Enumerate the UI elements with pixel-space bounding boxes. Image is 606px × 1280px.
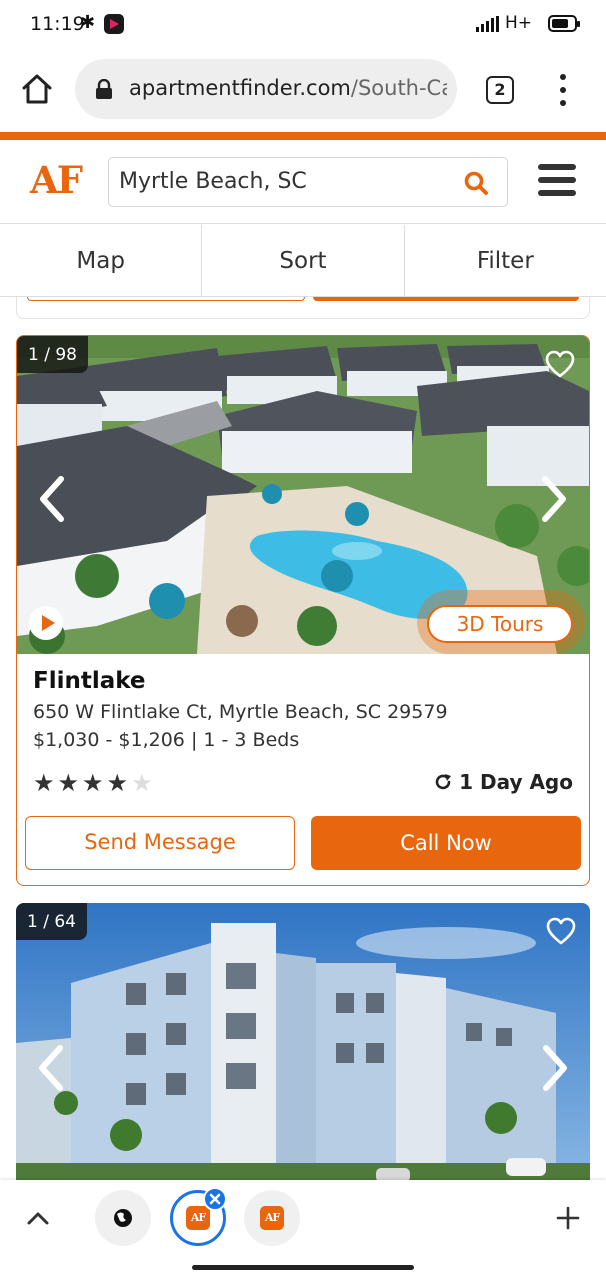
- chevron-left-icon[interactable]: [34, 1043, 68, 1093]
- send-message-button[interactable]: Send Message: [25, 816, 295, 870]
- previous-send-message-button[interactable]: [27, 297, 305, 301]
- address-bar[interactable]: apartmentfinder.com/South-Ca: [75, 59, 457, 119]
- chevron-right-icon[interactable]: [538, 1043, 572, 1093]
- lock-icon: [96, 79, 112, 99]
- map-button[interactable]: Map: [0, 225, 203, 296]
- favorite-heart-icon[interactable]: [545, 350, 575, 378]
- gesture-bar: [192, 1265, 414, 1270]
- listing-card[interactable]: 1 / 98 3D Tours Flintlake 650 W Flintlak…: [16, 335, 590, 886]
- star-icon: ★: [33, 769, 55, 797]
- status-time: 11:19: [30, 13, 85, 35]
- url-domain: apartmentfinder.com: [129, 76, 351, 100]
- refresh-icon: [435, 774, 452, 790]
- call-now-button[interactable]: Call Now: [311, 816, 581, 870]
- globe-icon: [114, 1209, 132, 1227]
- 3d-tours-badge[interactable]: 3D Tours: [427, 605, 573, 643]
- rating-stars: ★ ★ ★ ★ ★: [33, 771, 153, 795]
- signal-icon: [476, 16, 500, 32]
- site-header: AF Myrtle Beach, SC: [0, 140, 606, 224]
- tab-switcher-button[interactable]: 2: [486, 76, 514, 104]
- search-value: Myrtle Beach, SC: [119, 169, 307, 194]
- af-tab-icon: AF: [186, 1206, 210, 1230]
- browser-toolbar: apartmentfinder.com/South-Ca 2: [0, 50, 606, 132]
- status-bar: 11:19 ✱ H+: [0, 0, 606, 50]
- url-path: /South-Ca: [350, 76, 447, 100]
- chevron-up-icon[interactable]: [26, 1208, 50, 1228]
- favorite-heart-icon[interactable]: [546, 917, 576, 945]
- filter-button[interactable]: Filter: [405, 225, 606, 296]
- tab-af[interactable]: AF: [244, 1190, 300, 1246]
- listing-name[interactable]: Flintlake: [33, 668, 573, 694]
- bluetooth-icon: ✱: [80, 12, 96, 33]
- results-toolbar: Map Sort Filter: [0, 225, 606, 297]
- close-tab-icon[interactable]: [203, 1187, 227, 1211]
- star-icon: ★: [106, 769, 129, 797]
- sort-button[interactable]: Sort: [202, 225, 405, 296]
- url-text: apartmentfinder.com/South-Ca: [129, 76, 447, 100]
- hamburger-menu-icon[interactable]: [538, 164, 576, 196]
- home-icon[interactable]: [18, 70, 56, 108]
- close-icon: [209, 1193, 221, 1205]
- new-tab-plus-icon[interactable]: [556, 1206, 580, 1230]
- listing-price-beds: $1,030 - $1,206 | 1 - 3 Beds: [33, 729, 300, 751]
- star-icon: ★: [57, 769, 80, 797]
- last-updated: 1 Day Ago: [433, 770, 573, 794]
- search-icon[interactable]: [463, 170, 489, 196]
- menu-kebab-icon[interactable]: [552, 74, 574, 106]
- listing-photo-2[interactable]: 1 / 64: [16, 903, 590, 1203]
- star-icon: ★: [82, 769, 104, 797]
- photo-counter-2: 1 / 64: [16, 903, 87, 940]
- photo-counter: 1 / 98: [17, 336, 88, 373]
- tab-globe[interactable]: [95, 1190, 151, 1246]
- network-type: H+: [505, 13, 533, 33]
- chevron-right-icon[interactable]: [537, 474, 571, 524]
- listing-info: Flintlake 650 W Flintlake Ct, Myrtle Bea…: [33, 668, 573, 751]
- chevron-left-icon[interactable]: [35, 474, 69, 524]
- brand-divider: [0, 132, 606, 140]
- play-video-icon[interactable]: [29, 606, 63, 640]
- previous-call-now-button[interactable]: [313, 297, 579, 301]
- listing-photo[interactable]: 1 / 98 3D Tours: [17, 336, 589, 654]
- last-updated-text: 1 Day Ago: [459, 770, 573, 794]
- listing-address: 650 W Flintlake Ct, Myrtle Beach, SC 295…: [33, 701, 448, 723]
- battery-icon: [548, 15, 580, 32]
- app-notification-icon: [104, 14, 124, 34]
- previous-listing-card: [16, 297, 590, 319]
- listing-card-2[interactable]: 1 / 64: [16, 903, 590, 1203]
- af-logo[interactable]: AF: [30, 158, 83, 202]
- star-empty-icon: ★: [131, 769, 153, 797]
- apartment-building-image: [16, 903, 590, 1203]
- search-input[interactable]: Myrtle Beach, SC: [108, 157, 508, 207]
- af-tab-icon: AF: [260, 1206, 284, 1230]
